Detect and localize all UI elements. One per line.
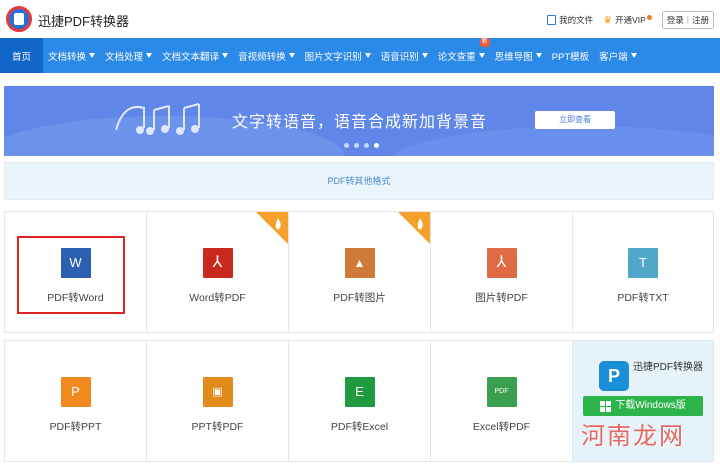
- pdf-icon: ⅄: [486, 248, 517, 278]
- nav-mindmap[interactable]: 思维导图: [490, 38, 547, 73]
- header-actions: 我的文件 ♛ 开通VIP 登录 | 注册: [537, 11, 714, 29]
- carousel-dot[interactable]: [344, 143, 349, 148]
- document-icon: [547, 15, 557, 25]
- section-pdf-to-other[interactable]: PDF转其他格式: [4, 162, 714, 200]
- nav-ppt-template[interactable]: PPT模板: [547, 38, 594, 73]
- tool-label: Word转PDF: [189, 292, 246, 304]
- auth-box: 登录 | 注册: [661, 11, 714, 29]
- top-header: 迅捷PDF转换器 我的文件 ♛ 开通VIP 登录 | 注册: [0, 0, 720, 38]
- app-logo[interactable]: [6, 6, 32, 32]
- ppt-icon: P: [60, 377, 91, 407]
- my-files-link[interactable]: 我的文件: [547, 14, 593, 26]
- promo-banner[interactable]: 文字转语音，语音合成新加背景音 立即查看: [4, 86, 714, 156]
- ppt-icon: ▣: [202, 377, 233, 407]
- my-files-label: 我的文件: [559, 15, 594, 25]
- app-logo: P: [599, 361, 629, 391]
- hot-flame-icon: [256, 212, 288, 244]
- excel-icon: E: [344, 377, 375, 407]
- tool-card-pdf-to-txt[interactable]: T PDF转TXT: [572, 211, 714, 333]
- tool-label: PDF转Excel: [330, 421, 389, 433]
- caret-down-icon: [89, 53, 96, 58]
- caret-down-icon: [146, 53, 153, 58]
- tool-card-pdf-to-word[interactable]: W PDF转Word: [4, 211, 147, 333]
- nav-translate[interactable]: 文档文本翻译: [157, 38, 233, 73]
- nav-ocr[interactable]: 图片文字识别: [300, 38, 376, 73]
- vip-label: 开通VIP: [615, 15, 646, 25]
- watermark: 河南龙网: [581, 422, 685, 450]
- download-windows-button[interactable]: 下载Windows版: [583, 396, 703, 416]
- caret-down-icon: [222, 53, 229, 58]
- nav-av-convert[interactable]: 音视频转换: [233, 38, 300, 73]
- nav-client[interactable]: 客户端: [594, 38, 642, 73]
- caret-down-icon: [535, 53, 542, 58]
- download-client-card: P 迅捷PDF转换器 下载Windows版 河南龙网: [572, 340, 714, 462]
- tool-label: PDF转图片: [333, 292, 386, 304]
- crown-icon: ♛: [603, 14, 613, 26]
- caret-down-icon: [421, 53, 428, 58]
- caret-down-icon: [630, 53, 637, 58]
- carousel-dot-active[interactable]: [374, 143, 379, 148]
- tool-card-pdf-to-excel[interactable]: E PDF转Excel: [288, 340, 431, 462]
- nav-speech[interactable]: 语音识别: [376, 38, 433, 73]
- tool-card-excel-to-pdf[interactable]: PDF Excel转PDF: [430, 340, 573, 462]
- txt-icon: T: [628, 248, 658, 278]
- caret-down-icon: [364, 53, 371, 58]
- caret-down-icon: [288, 53, 295, 58]
- image-icon: ▲: [344, 248, 375, 278]
- tool-card-pdf-to-ppt[interactable]: P PDF转PPT: [4, 340, 147, 462]
- banner-headline: 文字转语音，语音合成新加背景音: [232, 114, 488, 131]
- tool-card-image-to-pdf[interactable]: ⅄ 图片转PDF: [430, 211, 573, 333]
- tool-label: PDF转TXT: [617, 292, 669, 304]
- login-link[interactable]: 登录: [667, 14, 684, 26]
- hot-flame-icon: [398, 212, 430, 244]
- banner-view-button[interactable]: 立即查看: [535, 111, 615, 129]
- nav-plagiarism[interactable]: 论文查重新: [433, 38, 490, 73]
- divider: |: [686, 14, 689, 24]
- tool-card-pdf-to-image[interactable]: ▲ PDF转图片: [288, 211, 431, 333]
- tool-card-ppt-to-pdf[interactable]: ▣ PPT转PDF: [146, 340, 289, 462]
- carousel-dots: [344, 143, 384, 148]
- tool-label: PDF转PPT: [49, 421, 102, 433]
- download-app-name: 迅捷PDF转换器: [633, 362, 703, 373]
- vip-link[interactable]: ♛ 开通VIP: [603, 14, 652, 26]
- brand-name[interactable]: 迅捷PDF转换器: [38, 11, 129, 30]
- register-link[interactable]: 注册: [692, 14, 709, 26]
- carousel-dot[interactable]: [364, 143, 369, 148]
- selection-highlight: [17, 236, 125, 314]
- main-nav: 首页 文档转换 文档处理 文档文本翻译 音视频转换 图片文字识别 语音识别 论文…: [0, 38, 720, 73]
- tool-label: PPT转PDF: [191, 421, 244, 433]
- carousel-dot[interactable]: [354, 143, 359, 148]
- nav-home[interactable]: 首页: [0, 38, 44, 73]
- nav-doc-process[interactable]: 文档处理: [100, 38, 157, 73]
- tool-label: Excel转PDF: [472, 421, 531, 433]
- new-badge: 新: [479, 38, 490, 47]
- windows-icon: [600, 400, 612, 412]
- nav-doc-convert[interactable]: 文档转换: [43, 38, 100, 73]
- excel-icon: PDF: [486, 377, 517, 407]
- pdf-icon: ⅄: [202, 248, 233, 278]
- tool-label: 图片转PDF: [475, 292, 528, 304]
- tool-card-word-to-pdf[interactable]: ⅄ Word转PDF: [146, 211, 289, 333]
- music-notes-icon: [115, 103, 200, 135]
- notification-dot: [646, 14, 652, 20]
- caret-down-icon: [478, 53, 485, 58]
